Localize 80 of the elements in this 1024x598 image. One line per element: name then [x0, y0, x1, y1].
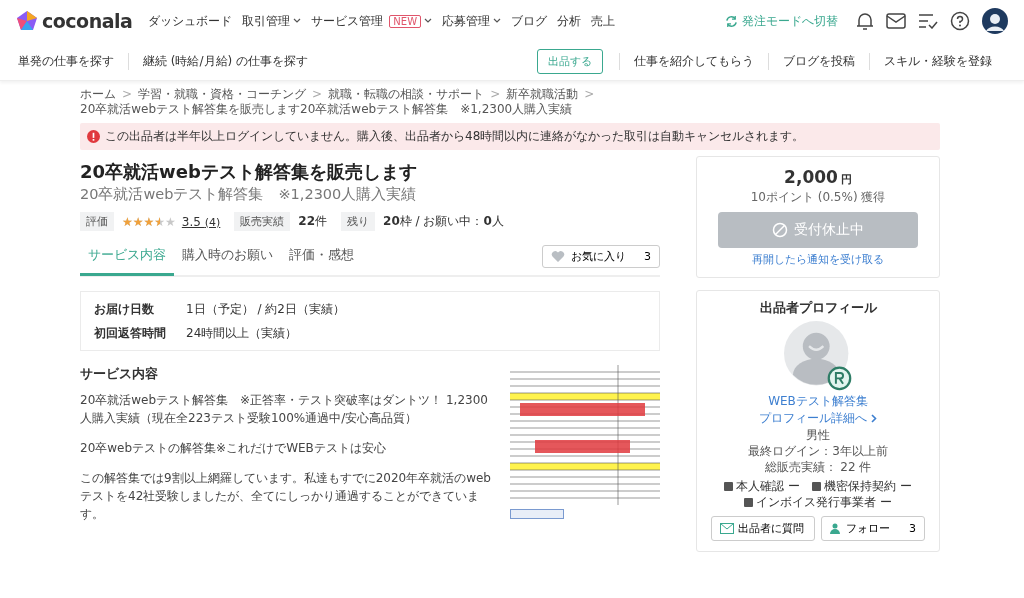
caret-icon — [424, 18, 432, 24]
star-icon: ★ — [165, 215, 176, 228]
star-icon: ★ — [154, 215, 166, 228]
subnav-link[interactable]: スキル・経験を登録 — [869, 52, 1006, 70]
description-paragraph: この解答集では9割以上網羅しています。私達もすでに2020年卒就活のwebテストを42社受験しましたが、全てにしっかり通過することができています。 — [80, 470, 492, 523]
heart-icon — [551, 249, 565, 263]
subnav-link[interactable]: 仕事を紹介してもらう — [619, 52, 768, 70]
verification-item: 機密保持契約 ー — [824, 478, 912, 494]
breadcrumb-separator: > — [312, 87, 323, 102]
remaining-slots: 20枠 / お願い中：0人 — [383, 213, 504, 230]
rating-score-link[interactable]: 3.5 (4) — [181, 214, 221, 229]
ask-seller-button[interactable]: 出品者に質問 — [711, 516, 815, 541]
prohibited-icon — [772, 222, 788, 238]
tab[interactable]: 購入時のお願い — [174, 240, 281, 276]
sales-count: 22件 — [298, 213, 328, 230]
verification-item: 本人確認 ー — [736, 478, 800, 494]
subnav-link[interactable]: 単発の仕事を探す — [18, 52, 128, 70]
star-icon: ★ — [143, 215, 155, 228]
breadcrumb-separator: > — [122, 87, 133, 102]
profile-heading: 出品者プロフィール — [759, 299, 877, 317]
nav-menu-item[interactable]: ブログ — [511, 12, 547, 30]
breadcrumb-separator: > — [584, 87, 595, 102]
delivery-label: お届け日数 — [94, 300, 155, 318]
refresh-icon — [725, 14, 738, 28]
service-title: 20卒就活webテスト解答集を販売します — [80, 160, 418, 184]
delivery-label: 初回返答時間 — [94, 324, 167, 342]
total-sales: 総販売実績： 22 件 — [764, 459, 872, 475]
description-paragraph: 20卒webテストの解答集※これだけでWEBテストは安心 — [80, 440, 387, 457]
breadcrumb-link[interactable]: 新卒就職活動 — [506, 87, 579, 102]
star-icon: ★ — [122, 215, 133, 228]
seller-gender: 男性 — [806, 427, 830, 443]
caret-icon — [293, 18, 302, 24]
notify-link[interactable]: 再開したら通知を受け取る — [752, 252, 884, 267]
description-paragraph: 20卒就活webテスト解答集 ※正答率・テスト突破率はダントツ！ 1,2300人購入実績（現在全223テスト受験100%通過中/安心高品質） — [80, 392, 489, 427]
breadcrumb-link[interactable]: 学習・就職・資格・コーチング — [138, 87, 307, 102]
mail-icon — [720, 523, 734, 534]
logo-icon[interactable] — [16, 10, 38, 32]
profile-detail-link[interactable]: プロフィール詳細へ — [759, 410, 877, 427]
subnav-link[interactable]: ブログを投稿 — [768, 52, 869, 70]
bell-icon[interactable] — [856, 11, 874, 31]
nav-menu-item[interactable]: 売上 — [591, 12, 615, 30]
nav-menu-item[interactable]: 分析 — [557, 12, 581, 30]
nav-menu-item[interactable]: ダッシュボード — [148, 12, 233, 30]
verification-item: インボイス発行事業者 ー — [756, 494, 892, 510]
mail-icon[interactable] — [886, 13, 906, 29]
help-icon[interactable] — [950, 11, 970, 31]
section-heading: サービス内容 — [80, 365, 159, 383]
price: 2,000 円 — [784, 167, 852, 187]
tab[interactable]: 評価・感想 — [281, 240, 362, 276]
breadcrumb-separator: > — [490, 87, 501, 102]
rating-label: 評価 — [80, 212, 114, 231]
seller-name-link[interactable]: WEBテスト解答集 — [768, 393, 868, 410]
last-login: 最終ログイン：3年以上前 — [748, 443, 888, 459]
nav-menu-item[interactable]: 取引管理 — [242, 12, 291, 30]
subnav-link[interactable]: 継続 (時給/月給) の仕事を探す — [128, 52, 323, 70]
service-subtitle: 20卒就活webテスト解答集 ※1,2300人購入実績 — [80, 185, 418, 204]
delivery-value: 24時間以上（実績） — [186, 324, 298, 342]
avatar-silhouette — [784, 321, 852, 391]
nav-menu-item[interactable]: サービス管理 — [311, 12, 384, 30]
person-icon — [830, 523, 842, 534]
warning-text: この出品者は半年以上ログインしていません。購入後、出品者から48時間以内に連絡がなかった取引は自動キャンセルされます。 — [105, 128, 805, 145]
points-text: 10ポイント (0.5%) 獲得 — [750, 189, 886, 206]
sales-label: 販売実績 — [234, 212, 291, 231]
favorite-button[interactable]: お気に入り 3 — [542, 244, 660, 268]
checklist-icon[interactable] — [918, 13, 938, 29]
follow-button[interactable]: フォロー 3 — [821, 516, 925, 541]
badge-icon — [812, 481, 821, 491]
caret-icon — [493, 18, 501, 24]
warning-icon — [87, 130, 100, 143]
avatar-icon[interactable] — [982, 8, 1008, 34]
logo-text[interactable]: coconala — [42, 10, 133, 32]
star-icon: ★ — [132, 215, 144, 228]
chevron-right-icon — [871, 414, 877, 423]
breadcrumb-link[interactable]: ホーム — [80, 87, 116, 102]
nav-menu-item[interactable]: 応募管理 — [442, 12, 490, 30]
image-thumbnail[interactable] — [510, 509, 564, 519]
remaining-label: 残り — [341, 212, 376, 231]
delivery-value: 1日（予定） / 約2日（実績） — [186, 300, 345, 318]
breadcrumb-link[interactable]: 就職・転職の相談・サポート — [328, 87, 485, 102]
new-badge: NEW — [389, 14, 421, 28]
